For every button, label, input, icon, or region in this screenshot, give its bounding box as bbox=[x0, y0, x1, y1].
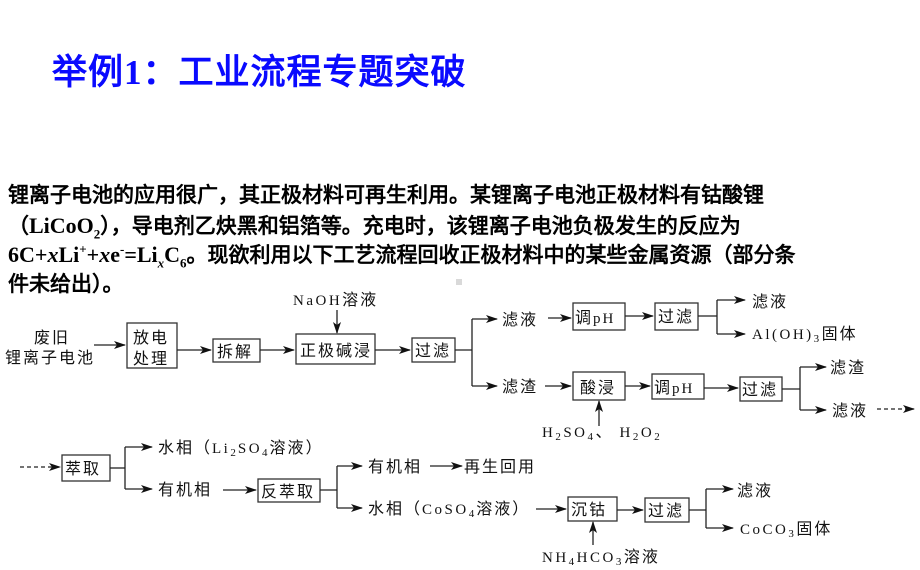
box-discharge-line2: 处理 bbox=[133, 349, 169, 368]
coco3-solid: 固体 bbox=[796, 519, 832, 538]
box-filter3-label: 过滤 bbox=[742, 380, 778, 399]
coco3-subscript: 3 bbox=[788, 528, 796, 540]
process-flowchart: 废旧 锂离子电池 放电 处理 拆解 NaOH溶液 正极碱浸 过滤 滤液 调pH … bbox=[5, 290, 915, 568]
aqueous2-prefix: 水相（ bbox=[368, 499, 422, 518]
label-organic2: 有机相 bbox=[368, 457, 422, 476]
box-filter1-label: 过滤 bbox=[415, 341, 451, 360]
ph2-chem: pH bbox=[672, 381, 694, 397]
reagent-sub: 2 bbox=[555, 431, 563, 443]
aqueous1-formula: Li bbox=[212, 441, 230, 457]
label-residue1: 滤渣 bbox=[502, 377, 538, 396]
aloh3-subscript: 3 bbox=[814, 333, 822, 345]
label-organic1: 有机相 bbox=[158, 480, 212, 499]
box-extraction-label: 萃取 bbox=[65, 459, 101, 478]
label-filtrate-top: 滤液 bbox=[752, 292, 788, 311]
aqueous1-sub: 2 bbox=[230, 447, 238, 459]
reagent-part: O bbox=[641, 425, 654, 441]
box-filter4-label: 过滤 bbox=[648, 501, 684, 520]
nh4hco3-sub: 4 bbox=[569, 556, 577, 568]
aqueous2-close: ） bbox=[512, 499, 530, 518]
label-aloh3: Al(OH)3固体 bbox=[752, 324, 858, 345]
aqueous1-formula: SO bbox=[238, 441, 262, 457]
nh4hco3-part: NH bbox=[542, 550, 569, 566]
aqueous2-solution: 溶液 bbox=[476, 499, 512, 518]
nh4hco3-sub: 3 bbox=[616, 556, 624, 568]
reagent-sub: 4 bbox=[588, 431, 596, 443]
box-acid-leach-label: 酸浸 bbox=[580, 378, 616, 397]
box-back-extraction-label: 反萃取 bbox=[261, 482, 315, 501]
aqueous1-prefix: 水相（ bbox=[158, 438, 212, 457]
label-filtrate1: 滤液 bbox=[502, 310, 538, 329]
box-filter2-label: 过滤 bbox=[658, 307, 694, 326]
aqueous2-formula: CoSO bbox=[422, 502, 469, 518]
naoh-label: NaOH溶液 bbox=[293, 290, 378, 309]
label-filtrate2: 滤液 bbox=[832, 401, 868, 420]
ph2-cn: 调 bbox=[654, 378, 672, 397]
nh4hco3-solution: 溶液 bbox=[624, 547, 660, 566]
ph1-cn: 调 bbox=[575, 308, 593, 327]
reagent-sep: 、 bbox=[596, 422, 614, 441]
start-label-line2: 锂离子电池 bbox=[5, 348, 95, 367]
label-aqueous1: 水相（Li2SO4溶液） bbox=[158, 438, 324, 459]
naoh-solution: 溶液 bbox=[342, 290, 378, 309]
aloh3-solid: 固体 bbox=[822, 324, 858, 343]
box-alkali-leach-label: 正极碱浸 bbox=[300, 341, 372, 360]
aqueous1-solution: 溶液 bbox=[270, 438, 306, 457]
reagent-part: H bbox=[620, 425, 633, 441]
box-cobalt-precip-label: 沉钴 bbox=[571, 500, 607, 519]
box-adjust-ph2-label: 调pH bbox=[654, 378, 694, 397]
aqueous1-close: ） bbox=[306, 438, 324, 457]
label-recycle: 再生回用 bbox=[464, 457, 536, 476]
aloh3-formula: Al(OH) bbox=[752, 327, 814, 343]
aqueous1-sub: 4 bbox=[262, 447, 270, 459]
reagent-sub: 2 bbox=[654, 431, 662, 443]
box-adjust-ph1-label: 调pH bbox=[575, 308, 615, 327]
box-discharge-line1: 放电 bbox=[133, 328, 169, 347]
reagent-part: SO bbox=[563, 425, 587, 441]
label-residue2: 滤渣 bbox=[830, 358, 866, 377]
label-nh4hco3: NH4HCO3溶液 bbox=[542, 547, 660, 568]
start-label-line1: 废旧 bbox=[34, 328, 70, 347]
label-aqueous2: 水相（CoSO4溶液） bbox=[368, 499, 530, 520]
naoh-formula: NaOH bbox=[293, 293, 342, 309]
reagent-sub: 2 bbox=[633, 431, 641, 443]
aqueous2-sub: 4 bbox=[469, 508, 477, 520]
coco3-formula: CoCO bbox=[740, 522, 788, 538]
ph1-chem: pH bbox=[593, 311, 615, 327]
box-dismantle-label: 拆解 bbox=[217, 342, 253, 361]
label-coco3: CoCO3固体 bbox=[740, 519, 832, 540]
reagent-part: H bbox=[542, 425, 555, 441]
label-acid-reagents: H2SO4、 H2O2 bbox=[542, 422, 662, 443]
nh4hco3-part: HCO bbox=[577, 550, 616, 566]
label-filtrate3: 滤液 bbox=[737, 481, 773, 500]
